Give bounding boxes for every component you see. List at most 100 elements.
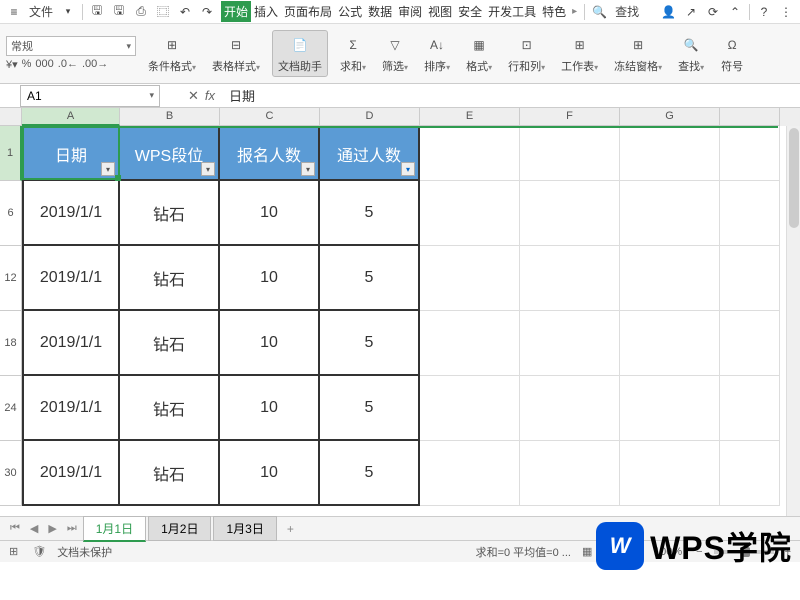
freeze-button[interactable]: ⊞ 冻结窗格▾ bbox=[610, 33, 666, 74]
preview-icon[interactable]: ⿴ bbox=[153, 2, 173, 22]
cell[interactable]: 钻石 bbox=[120, 181, 220, 246]
cancel-fx-icon[interactable]: ✕ bbox=[188, 88, 199, 104]
cell[interactable] bbox=[620, 246, 720, 311]
formula-input[interactable]: 日期 bbox=[223, 86, 800, 105]
cell[interactable] bbox=[520, 126, 620, 181]
cell-reference-input[interactable]: A1 bbox=[20, 85, 160, 107]
menu-icon[interactable]: ≡ bbox=[4, 2, 24, 22]
zoom-slider[interactable] bbox=[714, 550, 774, 554]
tab-view[interactable]: 视图 bbox=[425, 1, 455, 22]
cell[interactable]: 5 bbox=[320, 311, 420, 376]
row-header[interactable]: 30 bbox=[0, 441, 22, 506]
sheet-nav-last-icon[interactable]: ⏭ bbox=[63, 522, 81, 535]
cell[interactable] bbox=[620, 376, 720, 441]
header-cell[interactable]: 通过人数▾ bbox=[320, 126, 420, 181]
cell[interactable]: 10 bbox=[220, 311, 320, 376]
file-dropdown-icon[interactable]: ▾ bbox=[58, 2, 78, 22]
cell[interactable] bbox=[620, 126, 720, 181]
sheet-tab[interactable]: 1月2日 bbox=[148, 516, 211, 541]
cell[interactable]: 2019/1/1 bbox=[22, 376, 120, 441]
protect-icon[interactable]: 🛡 bbox=[29, 545, 49, 558]
sheet-tab[interactable]: 1月1日 bbox=[83, 516, 146, 542]
sheet-nav-first-icon[interactable]: ⏮ bbox=[6, 522, 24, 535]
filter-dropdown-icon[interactable]: ▾ bbox=[201, 162, 215, 176]
filter-dropdown-icon[interactable]: ▾ bbox=[101, 162, 115, 176]
col-header[interactable]: D bbox=[320, 108, 420, 126]
tab-devtools[interactable]: 开发工具 bbox=[485, 1, 539, 22]
cell[interactable] bbox=[620, 311, 720, 376]
col-header[interactable]: G bbox=[620, 108, 720, 126]
tab-special[interactable]: 特色 bbox=[539, 1, 569, 22]
sort-button[interactable]: A↓ 排序▾ bbox=[420, 33, 454, 74]
cell[interactable] bbox=[720, 246, 780, 311]
row-header[interactable]: 24 bbox=[0, 376, 22, 441]
cell[interactable]: 5 bbox=[320, 246, 420, 311]
cell[interactable]: 钻石 bbox=[120, 441, 220, 506]
cell[interactable] bbox=[520, 311, 620, 376]
tab-start[interactable]: 开始 bbox=[221, 1, 251, 22]
table-style-button[interactable]: ⊟ 表格样式▾ bbox=[208, 33, 264, 74]
format-button[interactable]: ▦ 格式▾ bbox=[462, 33, 496, 74]
cell[interactable]: 5 bbox=[320, 376, 420, 441]
zoom-label[interactable]: 100% bbox=[651, 546, 685, 558]
redo-icon[interactable]: ↷ bbox=[197, 2, 217, 22]
cell[interactable] bbox=[620, 181, 720, 246]
search-icon[interactable]: 🔍 bbox=[589, 2, 610, 22]
cell[interactable] bbox=[420, 126, 520, 181]
col-header[interactable]: B bbox=[120, 108, 220, 126]
file-menu[interactable]: 文件 bbox=[26, 2, 56, 22]
cloud-icon[interactable]: ⟳ bbox=[703, 2, 723, 22]
undo-icon[interactable]: ↶ bbox=[175, 2, 195, 22]
conditional-format-button[interactable]: ⊞ 条件格式▾ bbox=[144, 33, 200, 74]
find-button[interactable]: 🔍 查找▾ bbox=[674, 33, 708, 74]
currency-icon[interactable]: ¥▾ bbox=[6, 58, 18, 71]
filter-active-icon[interactable]: ▾ bbox=[401, 162, 415, 176]
tab-pagelayout[interactable]: 页面布局 bbox=[281, 1, 335, 22]
zoom-in-icon[interactable]: + bbox=[782, 546, 794, 558]
cell[interactable]: 2019/1/1 bbox=[22, 181, 120, 246]
cell[interactable]: 5 bbox=[320, 441, 420, 506]
cell[interactable] bbox=[420, 376, 520, 441]
print-icon[interactable]: ⎙ bbox=[131, 2, 151, 22]
cell[interactable] bbox=[720, 126, 780, 181]
cell[interactable] bbox=[620, 441, 720, 506]
min-ribbon-icon[interactable]: ⌃ bbox=[725, 2, 745, 22]
cell[interactable] bbox=[520, 441, 620, 506]
share-icon[interactable]: ↗ bbox=[681, 2, 701, 22]
zoom-thumb[interactable] bbox=[742, 547, 750, 557]
cell[interactable] bbox=[520, 181, 620, 246]
cell[interactable]: 10 bbox=[220, 181, 320, 246]
col-header[interactable]: A bbox=[22, 108, 120, 126]
header-cell[interactable]: 报名人数▾ bbox=[220, 126, 320, 181]
header-cell[interactable]: 日期▾ bbox=[22, 126, 120, 181]
cell[interactable] bbox=[420, 311, 520, 376]
col-header[interactable]: F bbox=[520, 108, 620, 126]
cell[interactable] bbox=[720, 311, 780, 376]
cell[interactable] bbox=[720, 441, 780, 506]
cell[interactable]: 10 bbox=[220, 246, 320, 311]
view-layout-icon[interactable]: ⊞ bbox=[603, 545, 618, 558]
percent-icon[interactable]: % bbox=[22, 58, 32, 71]
scrollbar-thumb[interactable] bbox=[789, 128, 799, 228]
cell[interactable]: 10 bbox=[220, 441, 320, 506]
col-header[interactable] bbox=[720, 108, 780, 126]
symbol-button[interactable]: Ω 符号 bbox=[716, 33, 748, 74]
user-icon[interactable]: 👤 bbox=[658, 2, 679, 22]
cell[interactable] bbox=[520, 246, 620, 311]
save-icon[interactable]: 🖫 bbox=[87, 2, 107, 22]
filter-button[interactable]: ▽ 筛选▾ bbox=[378, 33, 412, 74]
cell[interactable]: 钻石 bbox=[120, 376, 220, 441]
mode-icon[interactable]: ⊞ bbox=[6, 545, 21, 558]
help-icon[interactable]: ? bbox=[754, 2, 774, 22]
search-label[interactable]: 查找 bbox=[612, 2, 642, 22]
col-header[interactable]: C bbox=[220, 108, 320, 126]
sheet-nav-prev-icon[interactable]: ◀ bbox=[26, 522, 42, 535]
dec-decimal-icon[interactable]: .00→ bbox=[82, 58, 108, 71]
worksheet-button[interactable]: ⊞ 工作表▾ bbox=[557, 33, 602, 74]
doc-helper-button[interactable]: 📄 文档助手 bbox=[272, 30, 328, 77]
thousands-icon[interactable]: 000 bbox=[35, 58, 53, 71]
tab-security[interactable]: 安全 bbox=[455, 1, 485, 22]
save-as-icon[interactable]: 🖫 bbox=[109, 2, 129, 22]
row-header[interactable]: 6 bbox=[0, 181, 22, 246]
zoom-out-icon[interactable]: − bbox=[693, 546, 705, 558]
